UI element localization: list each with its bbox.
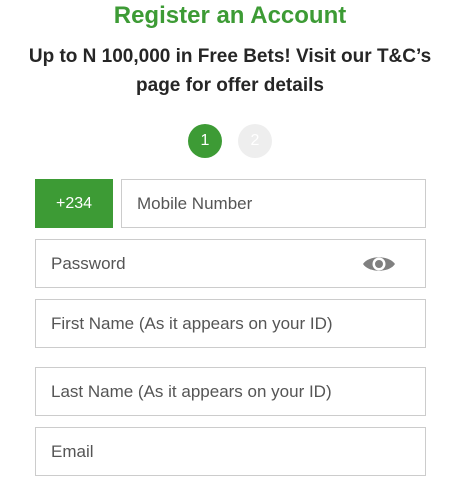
email-field-wrapper — [35, 427, 426, 476]
step-2-badge: 2 — [238, 124, 272, 158]
mobile-number-input[interactable] — [122, 180, 425, 227]
password-field-wrapper — [35, 239, 426, 288]
step-indicator: 1 2 — [0, 124, 460, 158]
eye-icon[interactable] — [361, 252, 397, 276]
mobile-number-field-wrapper — [121, 179, 426, 228]
last-name-input[interactable] — [36, 368, 425, 415]
first-name-field-wrapper — [35, 299, 426, 348]
page-title: Register an Account — [113, 2, 347, 29]
last-name-field-wrapper — [35, 367, 426, 416]
country-code-button[interactable]: +234 — [35, 179, 113, 228]
promo-subtitle: Up to N 100,000 in Free Bets! Visit our … — [28, 46, 432, 96]
email-input[interactable] — [36, 428, 425, 475]
step-1-badge: 1 — [188, 124, 222, 158]
first-name-input[interactable] — [36, 300, 425, 347]
